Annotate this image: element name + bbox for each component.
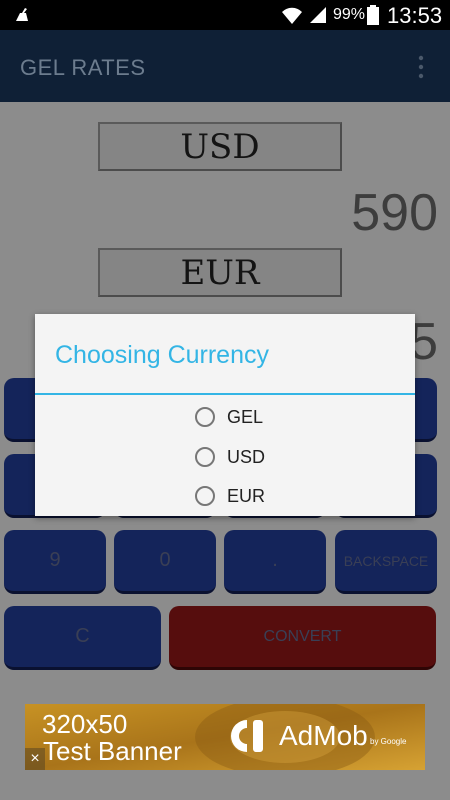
from-amount-display: 590 (351, 184, 438, 242)
choose-currency-dialog: Choosing Currency GEL USD EUR (35, 314, 415, 516)
ad-text-title: Test Banner (43, 736, 182, 766)
dialog-divider (35, 393, 415, 395)
radio-option-eur[interactable]: EUR (195, 481, 265, 511)
radio-button-icon[interactable] (195, 407, 215, 427)
from-currency-button[interactable]: USD (98, 122, 342, 171)
battery-icon (367, 5, 379, 25)
app-title: GEL RATES (20, 55, 146, 80)
to-currency-button[interactable]: EUR (98, 248, 342, 297)
clock: 13:53 (387, 3, 443, 28)
radio-label: GEL (227, 406, 264, 427)
radio-label: EUR (227, 485, 266, 506)
backspace-button[interactable]: BACKSPACE (335, 530, 437, 594)
overflow-menu-icon[interactable] (416, 54, 426, 80)
clear-button[interactable]: C (4, 606, 161, 670)
battery-percent: 99% (333, 6, 366, 23)
admob-by-google: by Google (370, 737, 407, 746)
admob-logo-icon (231, 720, 263, 752)
radio-option-gel[interactable]: GEL (195, 402, 263, 432)
status-bar: 99% 13:53 (0, 0, 450, 30)
admob-brand: AdMob (279, 720, 368, 751)
radio-option-usd[interactable]: USD (195, 442, 265, 472)
radio-label: USD (227, 446, 266, 467)
ad-close-icon[interactable]: × (25, 748, 45, 770)
action-bar: GEL RATES (0, 30, 450, 102)
cleaner-notification-icon (16, 8, 28, 21)
radio-button-icon[interactable] (195, 486, 215, 506)
wifi-icon (282, 7, 302, 25)
signal-icon (310, 7, 326, 23)
dialog-title: Choosing Currency (55, 341, 269, 369)
key-decimal[interactable]: . (224, 530, 326, 594)
key-0[interactable]: 0 (114, 530, 216, 594)
ad-banner[interactable]: 320x50 Test Banner × AdMob by Google (25, 704, 425, 770)
radio-button-icon[interactable] (195, 447, 215, 467)
convert-button[interactable]: CONVERT (169, 606, 436, 670)
key-9[interactable]: 9 (4, 530, 106, 594)
